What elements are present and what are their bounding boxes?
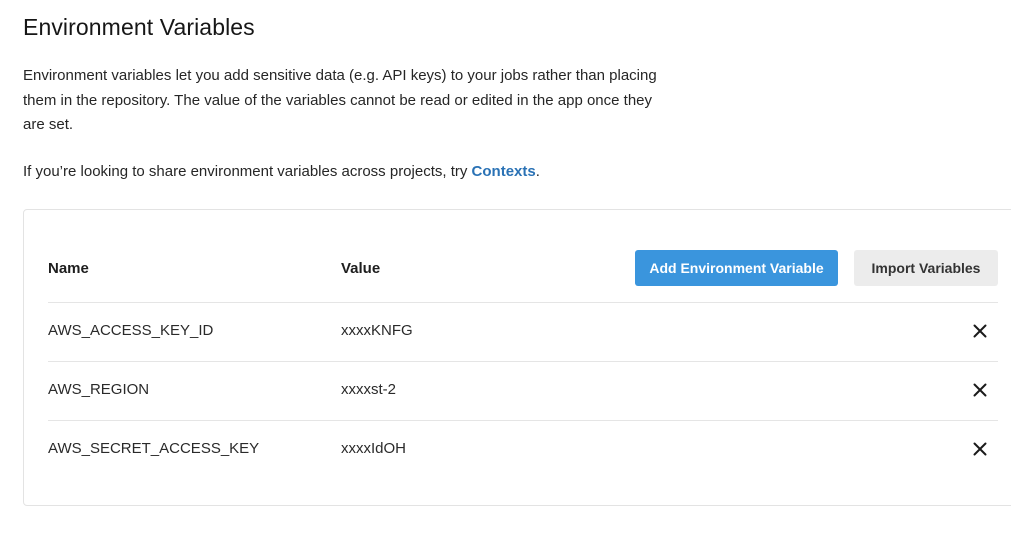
contexts-hint-prefix: If you’re looking to share environment v… bbox=[23, 163, 472, 180]
import-variables-button[interactable]: Import Variables bbox=[854, 250, 998, 286]
close-icon[interactable] bbox=[972, 382, 988, 398]
variables-card: Name Value Add Environment Variable Impo… bbox=[23, 209, 1011, 506]
column-header-value: Value bbox=[341, 260, 381, 277]
table-header: Name Value Add Environment Variable Impo… bbox=[48, 250, 998, 287]
close-icon[interactable] bbox=[972, 441, 988, 457]
contexts-link[interactable]: Contexts bbox=[472, 163, 536, 180]
variable-name: AWS_ACCESS_KEY_ID bbox=[48, 322, 214, 339]
contexts-hint: If you’re looking to share environment v… bbox=[23, 160, 540, 185]
column-header-name: Name bbox=[48, 260, 89, 277]
table-row: AWS_REGION xxxxst-2 bbox=[48, 361, 998, 420]
variable-name: AWS_REGION bbox=[48, 381, 150, 398]
page-description: Environment variables let you add sensit… bbox=[23, 67, 657, 133]
environment-variables-page: Environment Variables Environment variab… bbox=[0, 0, 1011, 545]
page-title: Environment Variables bbox=[23, 14, 255, 40]
variable-name: AWS_SECRET_ACCESS_KEY bbox=[48, 440, 260, 457]
add-environment-variable-button[interactable]: Add Environment Variable bbox=[635, 250, 838, 286]
table-row: AWS_SECRET_ACCESS_KEY xxxxIdOH bbox=[48, 420, 998, 479]
variable-value: xxxxst-2 bbox=[341, 381, 397, 398]
table-row: AWS_ACCESS_KEY_ID xxxxKNFG bbox=[48, 302, 998, 361]
variable-value: xxxxIdOH bbox=[341, 440, 407, 457]
contexts-hint-suffix: . bbox=[535, 163, 540, 180]
variable-value: xxxxKNFG bbox=[341, 322, 413, 339]
close-icon[interactable] bbox=[972, 323, 988, 339]
